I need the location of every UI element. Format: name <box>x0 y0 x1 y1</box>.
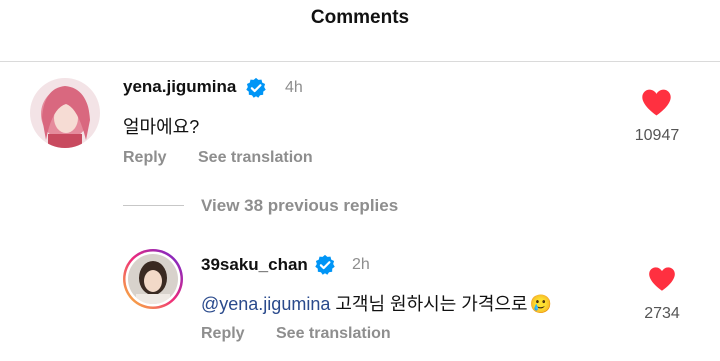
reply-button[interactable]: Reply <box>201 325 245 343</box>
see-translation-button[interactable]: See translation <box>198 149 313 167</box>
reply-text: @yena.jigumina 고객님 원하시는 가격으로 🥲 <box>201 290 552 316</box>
replies-divider-line <box>123 205 184 206</box>
verified-badge-icon <box>246 77 266 98</box>
comment-username[interactable]: yena.jigumina <box>123 77 236 97</box>
reply-button[interactable]: Reply <box>123 149 167 167</box>
reply-username[interactable]: 39saku_chan <box>201 255 308 275</box>
header-divider <box>0 61 720 62</box>
reply-time: 2h <box>352 256 370 273</box>
like-count: 2734 <box>644 305 680 322</box>
mention-link[interactable]: @yena.jigumina <box>201 294 330 314</box>
reply-body: 고객님 원하시는 가격으로 <box>330 294 528 314</box>
avatar[interactable] <box>30 78 100 148</box>
see-translation-button[interactable]: See translation <box>276 325 391 343</box>
like-heart-icon[interactable] <box>641 88 672 117</box>
comment-text: 얼마에요? <box>123 117 200 137</box>
avatar-with-story-ring[interactable] <box>122 248 184 310</box>
view-previous-replies-button[interactable]: View 38 previous replies <box>201 196 398 216</box>
verified-badge-icon <box>315 254 335 275</box>
smiling-with-tear-emoji: 🥲 <box>529 294 552 314</box>
comments-title: Comments <box>310 7 410 28</box>
like-heart-icon[interactable] <box>648 266 676 292</box>
like-count: 10947 <box>634 127 680 144</box>
comment-time: 4h <box>285 79 303 96</box>
